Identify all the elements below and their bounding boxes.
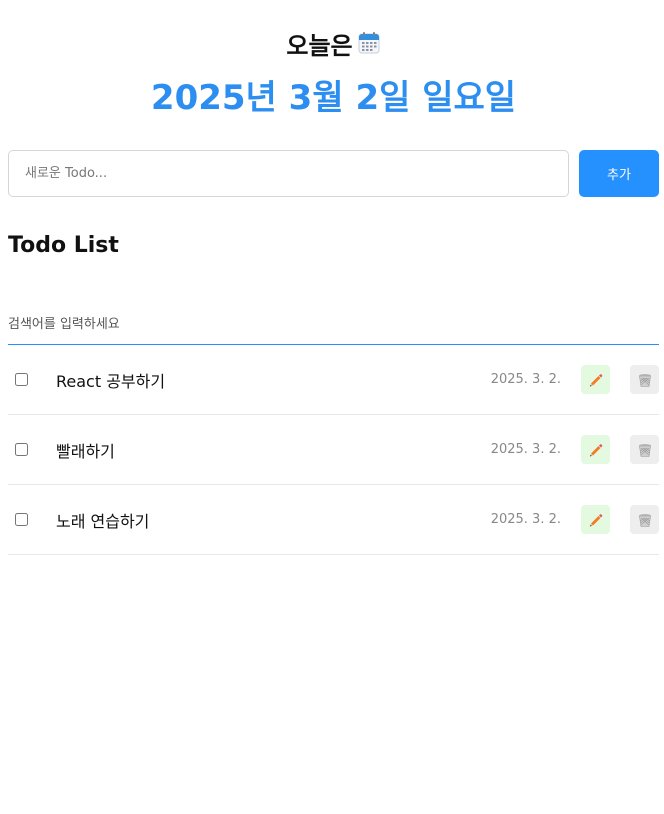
- edit-button[interactable]: [581, 505, 610, 534]
- search-input[interactable]: [8, 305, 659, 345]
- delete-button[interactable]: [630, 505, 659, 534]
- edit-button[interactable]: [581, 435, 610, 464]
- todo-checkbox[interactable]: [15, 513, 28, 526]
- pencil-icon: [589, 513, 602, 526]
- todo-content: 노래 연습하기: [56, 511, 150, 531]
- date-title: 2025년 3월 2일 일요일: [150, 78, 517, 118]
- delete-button[interactable]: [630, 435, 659, 464]
- todo-editor: 추가: [8, 150, 659, 197]
- trash-icon: [638, 443, 651, 457]
- header: 오늘은 2025년 3월 2일 일요일: [8, 0, 659, 119]
- todo-date: 2025. 3. 2.: [490, 512, 561, 527]
- todo-list: React 공부하기 2025. 3. 2. 빨래하기 2025. 3. 2. …: [8, 345, 659, 555]
- add-button[interactable]: 추가: [579, 150, 659, 197]
- pencil-icon: [589, 373, 602, 386]
- delete-button[interactable]: [630, 365, 659, 394]
- todo-date: 2025. 3. 2.: [490, 372, 561, 387]
- todo-content: React 공부하기: [56, 371, 166, 391]
- trash-icon: [638, 513, 651, 527]
- pencil-icon: [589, 443, 602, 456]
- todo-item: 빨래하기 2025. 3. 2.: [8, 415, 659, 485]
- todo-app: 오늘은 2025년 3월 2일 일요일 새로운 Todo... 추가 Todo …: [0, 0, 664, 814]
- todo-checkbox[interactable]: [15, 373, 28, 386]
- trash-icon: [638, 373, 651, 387]
- todo-item: React 공부하기 2025. 3. 2.: [8, 345, 659, 415]
- todo-date: 2025. 3. 2.: [490, 442, 561, 457]
- today-heading: 오늘은: [8, 0, 659, 60]
- new-todo-input[interactable]: [8, 150, 569, 197]
- calendar-icon: [357, 31, 381, 55]
- today-label: 오늘은: [286, 31, 353, 60]
- todo-item: 노래 연습하기 2025. 3. 2.: [8, 485, 659, 555]
- todo-content: 빨래하기: [56, 441, 115, 461]
- edit-button[interactable]: [581, 365, 610, 394]
- todo-checkbox[interactable]: [15, 443, 28, 456]
- list-title: Todo List: [8, 233, 119, 258]
